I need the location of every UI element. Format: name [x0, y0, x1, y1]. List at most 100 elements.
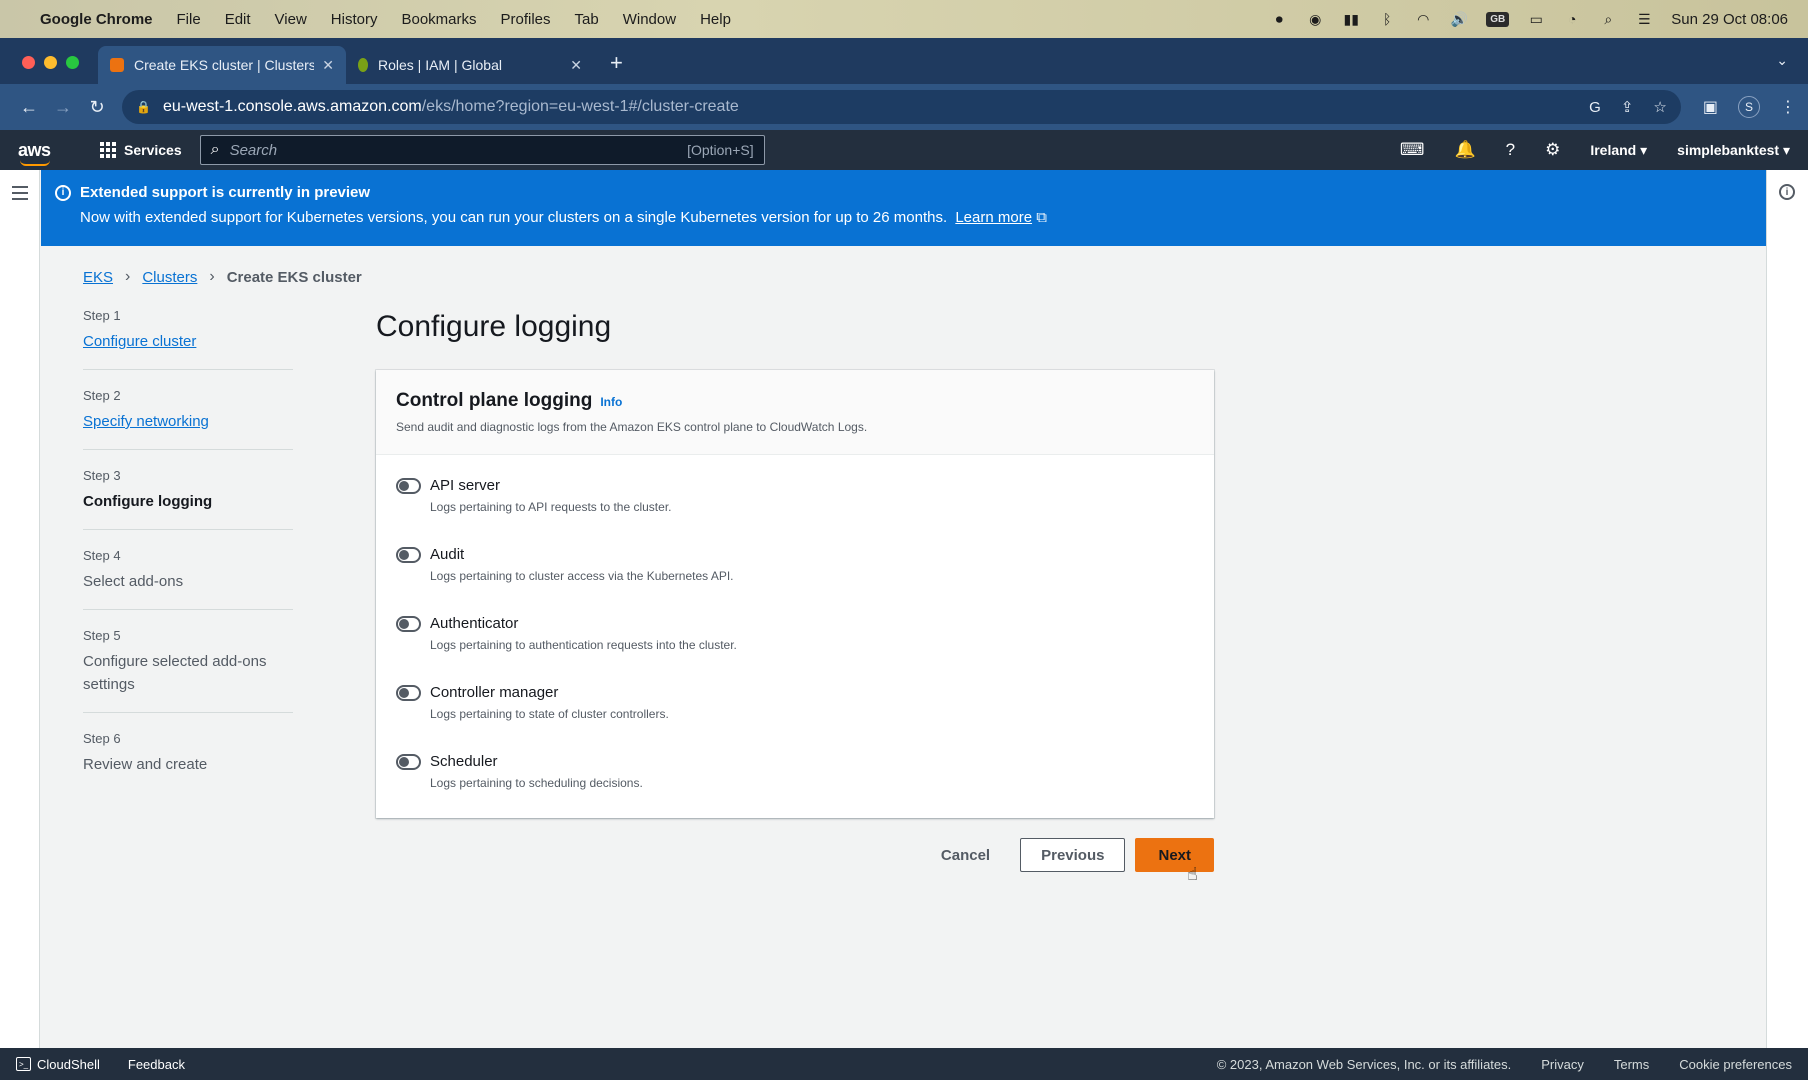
wifi-icon[interactable]: ◔ — [1563, 10, 1581, 28]
menu-help[interactable]: Help — [700, 11, 731, 28]
menu-view[interactable]: View — [275, 11, 307, 28]
new-tab-plus-icon[interactable]: + — [610, 50, 623, 76]
toggle-row-scheduler: Scheduler Logs pertaining to scheduling … — [396, 753, 1194, 822]
toggle-row-api-server: API server Logs pertaining to API reques… — [396, 477, 1194, 546]
circle-app-icon[interactable]: ◉ — [1306, 10, 1324, 28]
tab-search-chevron-icon[interactable]: ⌄ — [1776, 52, 1788, 69]
next-button[interactable]: Next — [1135, 838, 1214, 872]
close-tab-icon[interactable]: ✕ — [570, 57, 582, 74]
help-icon[interactable]: ? — [1506, 140, 1515, 160]
wizard-step-5: Step 5 Configure selected add-ons settin… — [83, 628, 293, 713]
learn-more-link[interactable]: Learn more — [955, 209, 1032, 226]
logging-toggle-list: API server Logs pertaining to API reques… — [376, 455, 1214, 822]
tab-create-eks-cluster[interactable]: Create EKS cluster | Clusters | ✕ — [98, 46, 346, 84]
previous-button[interactable]: Previous — [1020, 838, 1126, 872]
airdrop-icon[interactable]: ◠ — [1414, 10, 1432, 28]
toggle-description: Logs pertaining to API requests to the c… — [430, 500, 672, 514]
record-icon[interactable]: ⏺ — [1270, 10, 1288, 28]
toggle-text: Audit Logs pertaining to cluster access … — [430, 546, 734, 615]
scheduler-toggle[interactable] — [396, 754, 421, 770]
menu-profiles[interactable]: Profiles — [501, 11, 551, 28]
browser-tab-strip: Create EKS cluster | Clusters | ✕ Roles … — [0, 38, 1808, 84]
panel-header: Control plane logging Info Send audit an… — [376, 370, 1214, 455]
volume-icon[interactable]: 🔊 — [1450, 10, 1468, 28]
keyboard-layout-badge[interactable]: GB — [1486, 11, 1510, 27]
menu-file[interactable]: File — [177, 11, 201, 28]
toggle-text: Controller manager Logs pertaining to st… — [430, 684, 669, 753]
wizard-steps: Step 1 Configure cluster Step 2 Specify … — [83, 308, 293, 810]
account-menu[interactable]: simplebanktest ▾ — [1677, 142, 1790, 159]
reload-icon[interactable]: ↻ — [80, 97, 114, 118]
step-link-configure-cluster[interactable]: Configure cluster — [83, 330, 293, 353]
hamburger-menu-icon[interactable] — [12, 186, 28, 204]
clock[interactable]: Sun 29 Oct 08:06 — [1671, 11, 1788, 28]
wizard-step-2: Step 2 Specify networking — [83, 388, 293, 450]
control-center-icon[interactable]: ☰ — [1635, 10, 1653, 28]
cloudshell-icon[interactable]: ⌨ — [1400, 140, 1425, 160]
menu-history[interactable]: History — [331, 11, 378, 28]
terms-link[interactable]: Terms — [1614, 1057, 1649, 1072]
close-window-button[interactable] — [22, 56, 35, 69]
toggle-row-audit: Audit Logs pertaining to cluster access … — [396, 546, 1194, 615]
controller-manager-toggle[interactable] — [396, 685, 421, 701]
minimize-window-button[interactable] — [44, 56, 57, 69]
back-arrow-icon[interactable]: ← — [12, 97, 46, 118]
breadcrumb-clusters[interactable]: Clusters — [142, 269, 197, 286]
services-label: Services — [124, 142, 182, 158]
google-lens-icon[interactable]: G — [1589, 99, 1601, 116]
toggle-label: Audit — [430, 546, 465, 563]
step-number: Step 1 — [83, 308, 121, 323]
forward-arrow-icon[interactable]: → — [46, 97, 80, 118]
api-server-toggle[interactable] — [396, 478, 421, 494]
notifications-bell-icon[interactable]: 🔔 — [1454, 140, 1475, 160]
audit-toggle[interactable] — [396, 547, 421, 563]
bluetooth-icon[interactable]: ᛒ — [1378, 10, 1396, 28]
side-panel-icon[interactable]: ▣ — [1703, 97, 1718, 117]
lock-icon[interactable]: 🔒 — [136, 100, 151, 114]
toggle-label: Controller manager — [430, 684, 559, 701]
breadcrumb-current: Create EKS cluster — [226, 268, 362, 286]
profile-avatar[interactable]: S — [1738, 96, 1760, 118]
step-link-specify-networking[interactable]: Specify networking — [83, 410, 293, 433]
zoom-window-button[interactable] — [66, 56, 79, 69]
menu-bookmarks[interactable]: Bookmarks — [401, 11, 476, 28]
menu-edit[interactable]: Edit — [225, 11, 251, 28]
app-name-menu[interactable]: Google Chrome — [40, 11, 153, 28]
info-panel-icon[interactable]: i — [1779, 184, 1795, 200]
spotlight-search-icon[interactable]: ⌕ — [1599, 10, 1617, 28]
external-link-icon[interactable]: ⧉ — [1036, 209, 1047, 226]
tab-roles-iam[interactable]: Roles | IAM | Global ✕ — [346, 46, 594, 84]
services-menu-button[interactable]: Services — [100, 142, 182, 158]
region-selector[interactable]: Ireland ▾ — [1590, 142, 1647, 159]
aws-favicon-icon — [110, 58, 124, 72]
cancel-button[interactable]: Cancel — [921, 838, 1010, 872]
cookie-preferences-link[interactable]: Cookie preferences — [1679, 1057, 1792, 1072]
toggle-text: Authenticator Logs pertaining to authent… — [430, 615, 737, 684]
control-plane-logging-panel: Control plane logging Info Send audit an… — [376, 370, 1214, 818]
address-bar[interactable]: 🔒 eu-west-1.console.aws.amazon.com/eks/h… — [122, 90, 1681, 124]
aws-search-input[interactable]: ⌕ Search [Option+S] — [199, 135, 765, 165]
settings-gear-icon[interactable]: ⚙ — [1545, 140, 1560, 160]
tab-title: Roles | IAM | Global — [378, 57, 502, 73]
menu-tab[interactable]: Tab — [575, 11, 599, 28]
close-tab-icon[interactable]: ✕ — [322, 57, 334, 74]
cloudshell-button[interactable]: >_ CloudShell — [16, 1057, 100, 1072]
mouse-pointer-icon: ☝ — [1187, 864, 1198, 884]
aws-logo[interactable]: aws — [18, 140, 74, 166]
battery-icon[interactable]: ▭ — [1527, 10, 1545, 28]
menu-window[interactable]: Window — [623, 11, 676, 28]
authenticator-toggle[interactable] — [396, 616, 421, 632]
feedback-link[interactable]: Feedback — [128, 1057, 185, 1072]
info-icon: i — [55, 184, 71, 201]
info-link[interactable]: Info — [600, 395, 622, 409]
toggle-label: Scheduler — [430, 753, 498, 770]
bars-app-icon[interactable]: ▮▮ — [1342, 10, 1360, 28]
bookmark-star-icon[interactable]: ☆ — [1653, 98, 1666, 116]
chrome-menu-kebab-icon[interactable]: ⋮ — [1780, 97, 1796, 117]
extended-support-banner: i Extended support is currently in previ… — [41, 170, 1766, 246]
privacy-link[interactable]: Privacy — [1541, 1057, 1584, 1072]
share-icon[interactable]: ⇪ — [1621, 98, 1634, 116]
step-number: Step 5 — [83, 628, 121, 643]
toggle-description: Logs pertaining to scheduling decisions. — [430, 776, 643, 790]
breadcrumb-eks[interactable]: EKS — [83, 269, 113, 286]
